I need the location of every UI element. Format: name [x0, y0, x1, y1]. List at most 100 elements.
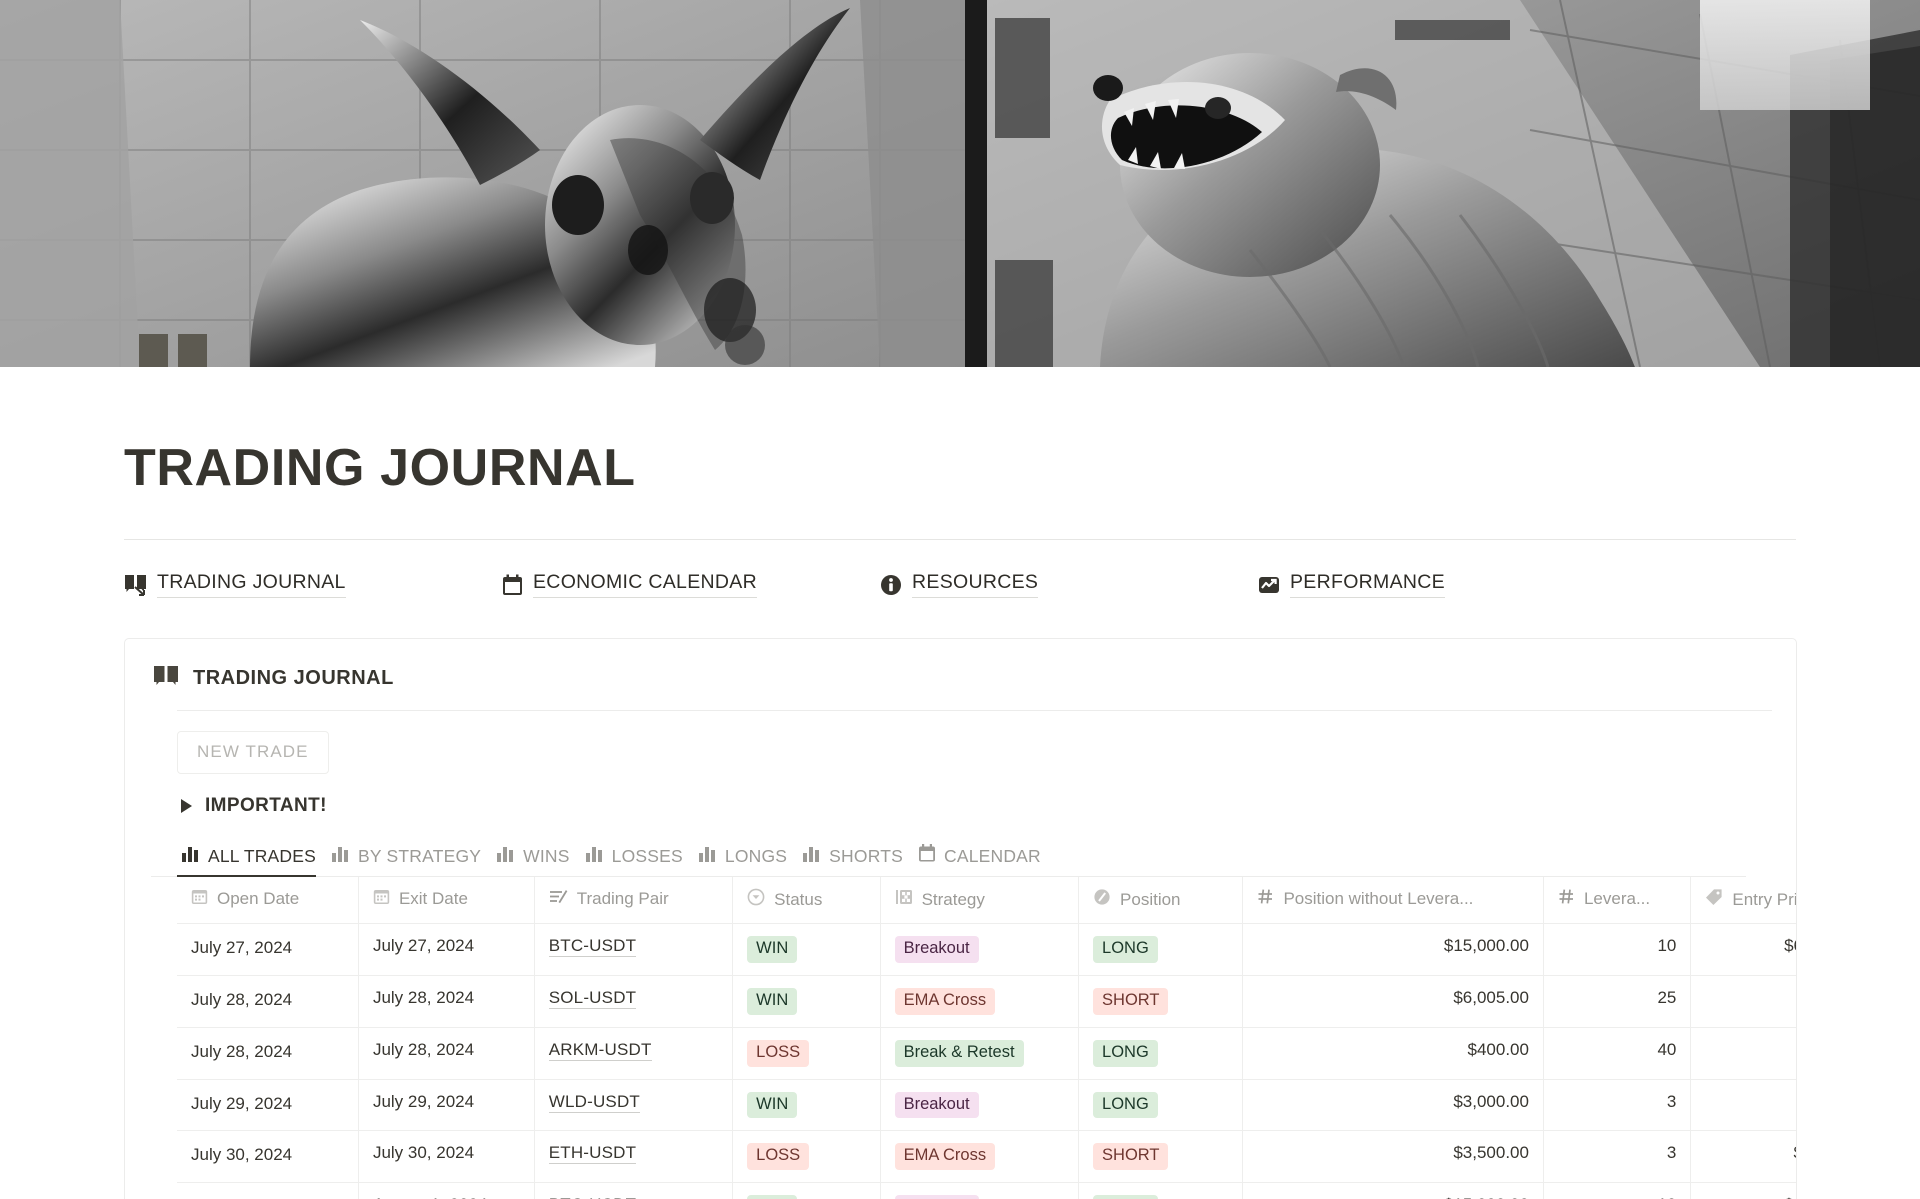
nav-item-trading-journal[interactable]: TRADING JOURNAL [124, 571, 502, 599]
cell-open-date[interactable]: July 27, 2024 [177, 923, 359, 977]
cell-exit-date[interactable]: July 28, 2024 [358, 975, 535, 1028]
trading-pair-link[interactable]: SOL-USDT [548, 988, 637, 1010]
cell-entry-price[interactable]: $65,870.00 [1690, 923, 1796, 977]
cell-position-without-leverage[interactable]: $3,500.00 [1242, 1130, 1544, 1184]
cell-position[interactable]: LONG [1078, 1079, 1244, 1132]
cell-status[interactable]: LOSS [732, 1027, 881, 1080]
cell-strategy[interactable]: Break & Retest [880, 1027, 1080, 1080]
title-text-icon [549, 888, 568, 910]
column-header-status[interactable]: Status [732, 877, 881, 925]
cell-position-without-leverage[interactable]: $15,000.00 [1242, 1182, 1544, 1199]
table-row[interactable]: July 28, 2024 July 28, 2024 SOL-USDT WIN EMA… [177, 975, 1796, 1028]
trades-table: Open Date Exit Date Trading Pair Status [177, 877, 1796, 1199]
cell-position-without-leverage[interactable]: $3,000.00 [1242, 1079, 1544, 1132]
cell-position-without-leverage[interactable]: $6,005.00 [1242, 975, 1544, 1028]
cell-leverage[interactable]: 10 [1543, 1182, 1692, 1199]
table-row[interactable]: July 30, 2024 July 30, 2024 ETH-USDT LOSS EM… [177, 1130, 1796, 1184]
tab-shorts[interactable]: SHORTS [798, 845, 914, 877]
cell-position[interactable]: LONG [1078, 1182, 1244, 1199]
column-header-leverage[interactable]: Levera... [1543, 877, 1692, 925]
cell-strategy[interactable]: Breakout [880, 1079, 1080, 1132]
table-row[interactable]: July 27, 2024 July 27, 2024 BTC-USDT WIN Bre… [177, 923, 1796, 977]
tab-losses[interactable]: LOSSES [581, 845, 694, 877]
cell-status[interactable]: WIN [732, 975, 881, 1028]
cell-entry-price[interactable]: $3,345.00 [1690, 1130, 1796, 1184]
column-header-entry-price[interactable]: Entry Price [1690, 877, 1796, 925]
cell-open-date[interactable]: August 1, 2024 [177, 1182, 359, 1199]
nav-item-economic-calendar[interactable]: ECONOMIC CALENDAR [502, 571, 880, 599]
cell-status[interactable]: LOSS [732, 1130, 881, 1184]
trading-pair-link[interactable]: BTC-USDT [548, 936, 637, 958]
cell-exit-date[interactable]: July 29, 2024 [358, 1079, 535, 1132]
column-header-position-without-leverage[interactable]: Position without Levera... [1242, 877, 1544, 925]
cell-open-date[interactable]: July 29, 2024 [177, 1079, 359, 1132]
status-badge: WIN [747, 1195, 798, 1199]
cell-entry-price[interactable]: $183.00 [1690, 975, 1796, 1028]
open-book-icon [153, 665, 179, 692]
cell-exit-date[interactable]: August 1, 2024 [358, 1182, 535, 1199]
table-scroll-container[interactable]: Open Date Exit Date Trading Pair Status [177, 877, 1796, 1199]
cell-position[interactable]: SHORT [1078, 1130, 1244, 1184]
tab-by-strategy[interactable]: BY STRATEGY [327, 845, 492, 877]
tab-wins[interactable]: WINS [492, 845, 581, 877]
cell-leverage[interactable]: 10 [1543, 923, 1692, 977]
table-row[interactable]: August 1, 2024August 1, 2024 BTC-USDT WIN B… [177, 1182, 1796, 1199]
cell-status[interactable]: WIN [732, 1182, 881, 1199]
cell-position-without-leverage[interactable]: $15,000.00 [1242, 923, 1544, 977]
cell-entry-price[interactable]: $2.20 [1690, 1079, 1796, 1132]
strategy-badge: EMA Cross [894, 1143, 996, 1171]
cell-open-date[interactable]: July 28, 2024 [177, 1027, 359, 1080]
cell-trading-pair[interactable]: BTC-USDT [534, 1182, 734, 1199]
trading-pair-link[interactable]: ARKM-USDT [548, 1039, 652, 1061]
cell-leverage[interactable]: 40 [1543, 1027, 1692, 1080]
table-row[interactable]: July 28, 2024 July 28, 2024 ARKM-USDT LOSS B… [177, 1027, 1796, 1080]
table-row[interactable]: July 29, 2024 July 29, 2024 WLD-USDT WIN Bre… [177, 1079, 1796, 1132]
tab-calendar[interactable]: CALENDAR [914, 844, 1052, 877]
cell-strategy[interactable]: Breakout [880, 1182, 1080, 1199]
cell-entry-price[interactable]: $65,870.00 [1690, 1182, 1796, 1199]
cell-position-without-leverage[interactable]: $400.00 [1242, 1027, 1544, 1080]
tab-all-trades[interactable]: ALL TRADES [177, 845, 327, 878]
cell-trading-pair[interactable]: WLD-USDT [534, 1079, 734, 1132]
cell-position[interactable]: LONG [1078, 923, 1244, 977]
nav-item-performance[interactable]: PERFORMANCE [1258, 571, 1636, 599]
column-header-open-date[interactable]: Open Date [177, 877, 359, 925]
table-header-row: Open Date Exit Date Trading Pair Status [177, 877, 1796, 925]
column-header-exit-date[interactable]: Exit Date [358, 877, 535, 925]
status-icon [1093, 888, 1111, 911]
cell-strategy[interactable]: Breakout [880, 923, 1080, 977]
select-icon [747, 888, 765, 911]
cell-trading-pair[interactable]: ETH-USDT [534, 1130, 734, 1184]
cell-leverage[interactable]: 3 [1543, 1130, 1692, 1184]
cell-trading-pair[interactable]: SOL-USDT [534, 975, 734, 1028]
cell-open-date[interactable]: July 30, 2024 [177, 1130, 359, 1184]
cell-strategy[interactable]: EMA Cross [880, 975, 1080, 1028]
cell-entry-price[interactable]: $1.30 [1690, 1027, 1796, 1080]
cell-position[interactable]: LONG [1078, 1027, 1244, 1080]
cell-status[interactable]: WIN [732, 923, 881, 977]
nav-item-resources[interactable]: RESOURCES [880, 571, 1258, 599]
column-header-trading-pair[interactable]: Trading Pair [534, 877, 734, 925]
cell-strategy[interactable]: EMA Cross [880, 1130, 1080, 1184]
cell-leverage[interactable]: 25 [1543, 975, 1692, 1028]
trading-pair-link[interactable]: ETH-USDT [548, 1143, 637, 1165]
cell-status[interactable]: WIN [732, 1079, 881, 1132]
column-header-strategy[interactable]: Strategy [880, 877, 1080, 925]
column-header-position[interactable]: Position [1078, 877, 1244, 925]
important-toggle[interactable]: IMPORTANT! [151, 774, 1770, 817]
trading-pair-link[interactable]: BTC-USDT [548, 1195, 637, 1199]
cell-exit-date[interactable]: July 28, 2024 [358, 1027, 535, 1080]
cell-trading-pair[interactable]: ARKM-USDT [534, 1027, 734, 1080]
cell-trading-pair[interactable]: BTC-USDT [534, 923, 734, 977]
cell-exit-date[interactable]: July 30, 2024 [358, 1130, 535, 1184]
new-trade-button[interactable]: NEW TRADE [177, 731, 329, 775]
trading-pair-link[interactable]: WLD-USDT [548, 1091, 641, 1113]
number-icon [1558, 888, 1575, 910]
cell-position[interactable]: SHORT [1078, 975, 1244, 1028]
cell-leverage[interactable]: 3 [1543, 1079, 1692, 1132]
tab-longs[interactable]: LONGS [694, 845, 798, 877]
cell-open-date[interactable]: July 28, 2024 [177, 975, 359, 1028]
column-label: Position without Levera... [1283, 889, 1474, 909]
position-badge: LONG [1093, 1039, 1158, 1067]
cell-exit-date[interactable]: July 27, 2024 [358, 923, 535, 977]
